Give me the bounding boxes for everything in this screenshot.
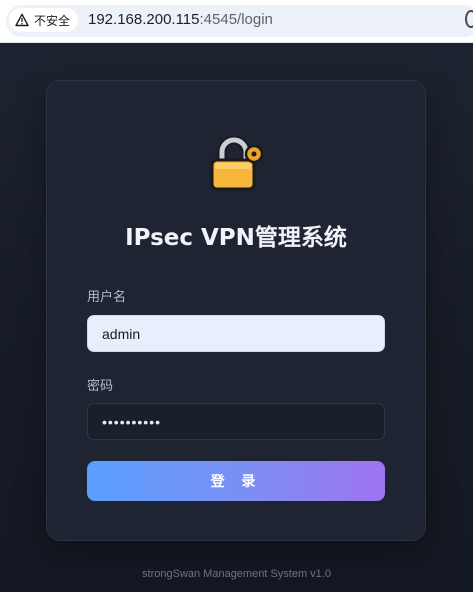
username-input[interactable] [87, 315, 385, 352]
lock-key-icon [210, 135, 264, 191]
url-text[interactable]: 192.168.200.115:4545/login [88, 11, 273, 28]
warning-triangle-icon [15, 13, 29, 27]
security-status-label: 不安全 [34, 13, 71, 28]
url-host: 192.168.200.115 [88, 11, 200, 28]
login-card: IPsec VPN管理系统 用户名 密码 登 录 [46, 80, 426, 541]
url-path: :4545/login [199, 11, 273, 28]
username-label: 用户名 [87, 290, 127, 305]
toolbar-edge-icon [465, 10, 473, 28]
page-title: IPsec VPN管理系统 [125, 225, 347, 251]
password-input[interactable] [87, 403, 385, 440]
password-label: 密码 [87, 379, 114, 394]
footer-version-text: strongSwan Management System v1.0 [142, 568, 331, 580]
login-page: IPsec VPN管理系统 用户名 密码 登 录 strongSwan Mana… [0, 43, 473, 592]
login-button[interactable]: 登 录 [87, 461, 385, 501]
site-security-chip[interactable]: 不安全 [9, 8, 79, 32]
browser-address-bar: 不安全 192.168.200.115:4545/login [0, 0, 473, 43]
